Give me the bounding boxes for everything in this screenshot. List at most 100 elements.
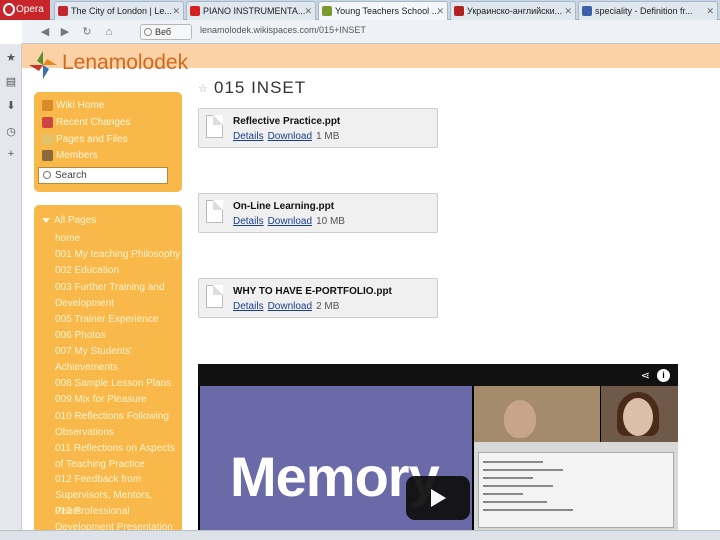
page-link[interactable]: 006 Photos xyxy=(55,328,181,344)
chat-pane xyxy=(478,452,674,528)
browser-tab[interactable]: Украинско-английски... ✕ xyxy=(450,1,576,20)
forward-icon[interactable]: ▶ xyxy=(58,25,72,39)
file-attachment: WHY TO HAVE E-PORTFOLIO.ppt Details Downl… xyxy=(198,278,438,318)
back-icon[interactable]: ◀ xyxy=(38,25,52,39)
details-link[interactable]: Details xyxy=(233,131,264,142)
document-icon xyxy=(206,200,223,223)
nav-item-recent-changes[interactable]: Recent Changes xyxy=(42,116,131,129)
all-pages-panel: All Pages home 001 My teaching Philosoph… xyxy=(34,205,182,540)
file-size: 2 MB xyxy=(316,301,340,312)
red-shield-icon xyxy=(58,6,68,16)
page-link-home[interactable]: home xyxy=(55,231,181,247)
opera-logo-icon xyxy=(3,3,15,16)
file-name: WHY TO HAVE E-PORTFOLIO.ppt xyxy=(233,286,392,297)
nav-item-label: Wiki Home xyxy=(56,100,105,111)
collapse-triangle-icon xyxy=(42,218,50,223)
embedded-video-player[interactable]: ⋖ i Memory xyxy=(198,364,678,530)
all-pages-toggle[interactable]: All Pages xyxy=(42,215,96,226)
webcam-feed xyxy=(601,386,678,442)
bookmarks-star-icon[interactable]: ★ xyxy=(5,52,17,64)
browser-tab[interactable]: The City of London | Le... ✕ xyxy=(54,1,184,20)
nav-item-pages-and-files[interactable]: Pages and Files xyxy=(42,133,128,146)
opera-menu-label: Opera xyxy=(16,4,44,15)
person-thumbnail xyxy=(623,398,653,436)
home-nav-icon[interactable]: ⌂ xyxy=(102,25,116,39)
history-clock-icon[interactable]: ◷ xyxy=(5,126,17,138)
nav-item-wiki-home[interactable]: Wiki Home xyxy=(42,99,104,112)
tab-label: speciality - Definition fr... xyxy=(595,6,693,16)
nav-item-label: Pages and Files xyxy=(56,134,128,145)
view-info-button[interactable]: Веб xyxy=(140,24,192,40)
browser-side-panel: ★ ▤ ⬇ ◷ + xyxy=(0,44,22,540)
file-meta: Details Download 10 MB xyxy=(233,216,345,227)
nav-item-members[interactable]: Members xyxy=(42,149,98,162)
browser-tab-active[interactable]: Young Teachers School ... ✕ xyxy=(318,1,448,20)
nav-item-label: Members xyxy=(56,150,98,161)
add-panel-icon[interactable]: + xyxy=(5,148,17,160)
file-size: 10 MB xyxy=(316,216,345,227)
file-attachment: Reflective Practice.ppt Details Download 1… xyxy=(198,108,438,148)
browser-tab[interactable]: PIANO INSTRUMENTA... ✕ xyxy=(186,1,316,20)
download-link[interactable]: Download xyxy=(268,131,312,142)
search-icon xyxy=(43,171,51,179)
wiki-logo-icon[interactable] xyxy=(28,50,58,80)
video-title-bar: ⋖ i xyxy=(198,364,678,386)
reload-icon[interactable]: ↻ xyxy=(80,25,94,39)
chat-line xyxy=(483,477,533,479)
file-size: 1 MB xyxy=(316,131,340,142)
favorite-star-icon[interactable]: ☆ xyxy=(198,82,208,95)
details-link[interactable]: Details xyxy=(233,301,264,312)
definition-icon xyxy=(582,6,592,16)
globe-icon xyxy=(144,28,152,36)
document-icon xyxy=(206,285,223,308)
page-link[interactable]: 001 My teaching Philosophy xyxy=(55,247,181,263)
share-icon[interactable]: ⋖ xyxy=(641,369,650,382)
page-title: 015 INSET xyxy=(214,78,307,97)
opera-menu-button[interactable]: Opera xyxy=(0,0,50,20)
browser-status-bar xyxy=(0,530,720,540)
page-link[interactable]: 002 Education xyxy=(55,263,181,279)
browser-tab[interactable]: speciality - Definition fr... ✕ xyxy=(578,1,718,20)
close-tab-icon[interactable]: ✕ xyxy=(172,2,180,20)
url-field[interactable]: lenamolodek.wikispaces.com/015+INSET xyxy=(200,25,366,35)
close-tab-icon[interactable]: ✕ xyxy=(304,2,312,20)
chat-line xyxy=(483,509,573,511)
chat-line xyxy=(483,493,523,495)
details-link[interactable]: Details xyxy=(233,216,264,227)
close-tab-icon[interactable]: ✕ xyxy=(564,2,572,20)
dictionary-icon xyxy=(454,6,464,16)
page-link[interactable]: 008 Sample Lesson Plans xyxy=(55,376,181,392)
notes-icon[interactable]: ▤ xyxy=(5,76,17,88)
page-link[interactable]: 010 Reflections Following Observations xyxy=(55,409,181,441)
all-pages-label: All Pages xyxy=(54,215,97,226)
chat-line xyxy=(483,485,553,487)
webcam-feed xyxy=(474,386,600,442)
page-link[interactable]: 009 Mix for Pleasure xyxy=(55,392,181,408)
downloads-icon[interactable]: ⬇ xyxy=(5,100,17,112)
page-link[interactable]: 005 Trainer Experience xyxy=(55,312,181,328)
page-link[interactable]: 011 Reflections on Aspects of Teaching P… xyxy=(55,441,181,473)
home-icon xyxy=(42,100,53,111)
close-tab-icon[interactable]: ✕ xyxy=(706,2,714,20)
download-link[interactable]: Download xyxy=(268,301,312,312)
search-input[interactable]: Search xyxy=(38,167,168,184)
download-link[interactable]: Download xyxy=(268,216,312,227)
pages-icon xyxy=(42,134,53,145)
page-link[interactable]: 007 My Students' Achievements xyxy=(55,344,181,376)
person-thumbnail xyxy=(504,400,536,438)
wikispaces-icon xyxy=(322,6,332,16)
info-icon[interactable]: i xyxy=(657,369,670,382)
tab-label: Young Teachers School ... xyxy=(335,6,440,16)
page-link[interactable]: 003 Further Training and Development xyxy=(55,280,181,312)
wiki-brand[interactable]: Lenamolodek xyxy=(62,51,188,75)
calendar-icon xyxy=(42,117,53,128)
close-tab-icon[interactable]: ✕ xyxy=(436,2,444,20)
chat-line xyxy=(483,461,543,463)
file-meta: Details Download 1 MB xyxy=(233,131,339,142)
nav-item-label: Recent Changes xyxy=(56,117,131,128)
file-meta: Details Download 2 MB xyxy=(233,301,339,312)
play-button[interactable] xyxy=(406,476,470,520)
document-icon xyxy=(206,115,223,138)
wiki-nav-panel: Wiki Home Recent Changes Pages and Files… xyxy=(34,92,182,192)
address-bar: ◀ ▶ ↻ ⌂ Веб lenamolodek.wikispaces.com/0… xyxy=(22,20,720,44)
